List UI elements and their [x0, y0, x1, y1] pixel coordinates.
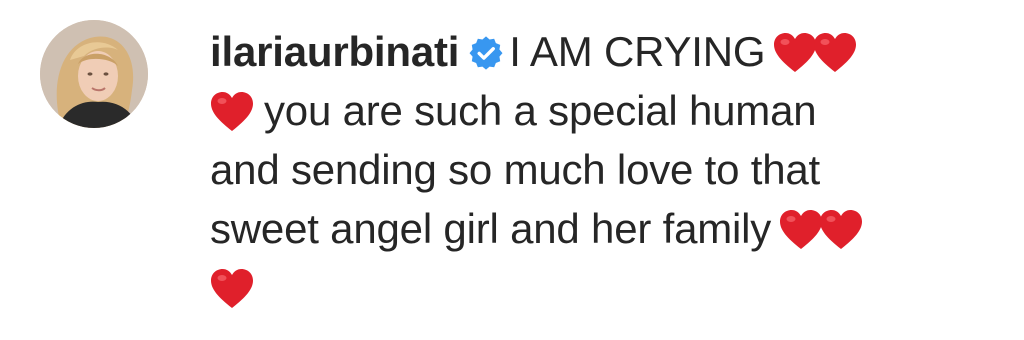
comment-line-4: sweet angel girl and her family — [210, 199, 1000, 258]
comment: ilariaurbinati I AM CRYING you are such a… — [0, 0, 1024, 340]
comment-line-5 — [210, 258, 1000, 317]
red-heart-icon — [773, 30, 817, 72]
verified-badge-icon — [469, 26, 503, 70]
comment-line-1: ilariaurbinati I AM CRYING — [210, 22, 1000, 81]
avatar[interactable] — [40, 20, 148, 128]
comment-body: ilariaurbinati I AM CRYING you are such a… — [210, 22, 1000, 317]
comment-text-1: I AM CRYING — [509, 28, 766, 75]
comment-line-3: and sending so much love to that — [210, 140, 1000, 199]
avatar-image — [40, 20, 148, 128]
comment-line-2: you are such a special human — [210, 81, 1000, 140]
comment-text-3: and sending so much love to that — [210, 146, 821, 193]
red-heart-icon — [210, 89, 254, 131]
username[interactable]: ilariaurbinati — [210, 28, 459, 75]
red-heart-icon — [210, 266, 254, 308]
comment-text-2: you are such a special human — [264, 87, 817, 134]
red-heart-icon — [779, 207, 823, 249]
comment-text-4: sweet angel girl and her family — [210, 205, 772, 252]
red-heart-icon — [813, 30, 857, 72]
red-heart-icon — [819, 207, 863, 249]
